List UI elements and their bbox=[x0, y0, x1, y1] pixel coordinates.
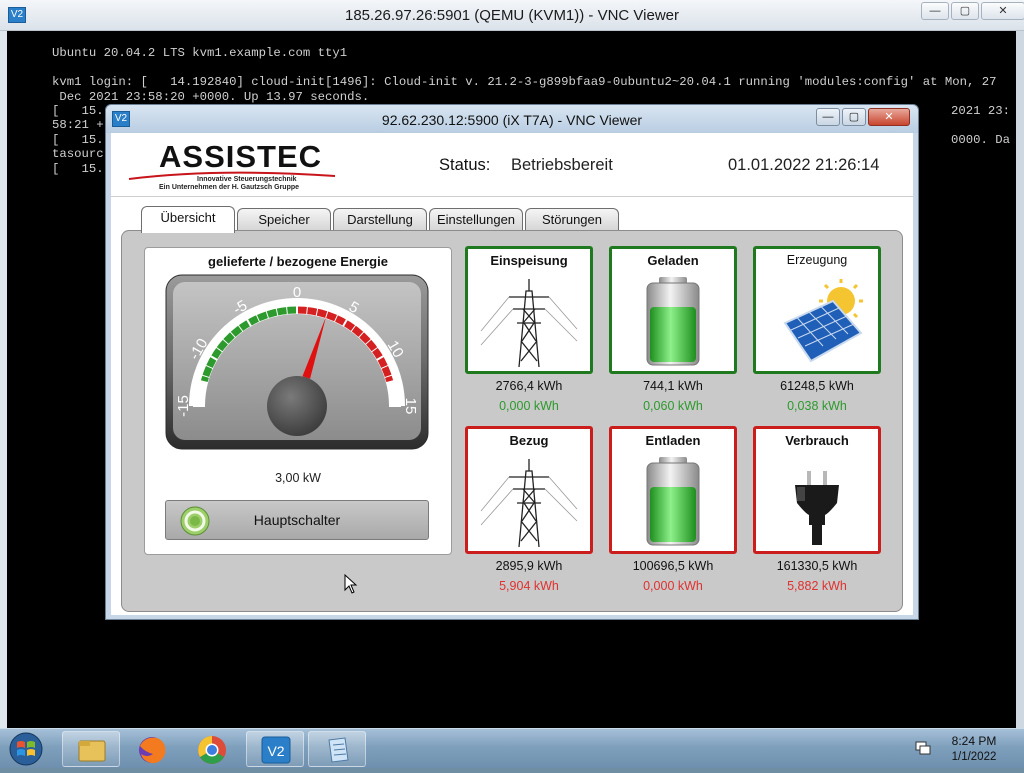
tile-delta-value: 0,060 kWh bbox=[643, 399, 703, 413]
inner-title-bar[interactable]: V2 92.62.230.12:5900 (iX T7A) - VNC View… bbox=[106, 105, 918, 133]
terminal-line-fragment: 0000. Da bbox=[951, 133, 1011, 147]
solar-panel-icon bbox=[783, 279, 863, 363]
taskbar-notepad[interactable] bbox=[308, 731, 366, 767]
overview-panel: gelieferte / bezogene Energie -15 -10 -5… bbox=[121, 230, 903, 612]
taskbar: V2 8:24 PM 1/1/2022 bbox=[0, 728, 1024, 768]
gauge-tick-label: 15 bbox=[402, 398, 419, 415]
app-header: ASSISTEC Innovative Steuerungstechnik Ei… bbox=[111, 133, 913, 197]
tab-uebersicht[interactable]: Übersicht bbox=[141, 206, 235, 233]
gauge-tick-label: -15 bbox=[175, 395, 192, 417]
tile-einspeisung[interactable]: Einspeisung bbox=[465, 246, 593, 374]
tab-bar: Übersicht Speicher Darstellung Einstellu… bbox=[111, 197, 913, 233]
terminal-line: 58:21 + bbox=[52, 118, 104, 132]
outer-close-button[interactable]: ✕ bbox=[981, 2, 1024, 20]
terminal-line: Ubuntu 20.04.2 LTS kvm1.example.com tty1 bbox=[52, 46, 348, 60]
tile-title: Entladen bbox=[645, 433, 701, 448]
tile-total-value: 100696,5 kWh bbox=[632, 559, 714, 573]
inner-minimize-button[interactable]: — bbox=[816, 108, 840, 126]
terminal-line: [ 15. bbox=[52, 162, 104, 176]
tile-bezug[interactable]: Bezug bbox=[465, 426, 593, 554]
taskbar-vnc-viewer[interactable]: V2 bbox=[246, 731, 304, 767]
status-label: Status: bbox=[439, 156, 491, 174]
start-button-icon[interactable] bbox=[6, 731, 46, 767]
tile-delta-value: 5,904 kWh bbox=[499, 579, 559, 593]
firefox-icon bbox=[139, 737, 166, 764]
datetime-display: 01.01.2022 21:26:14 bbox=[728, 156, 880, 174]
status-value: Betriebsbereit bbox=[511, 156, 613, 174]
mouse-cursor-icon bbox=[344, 574, 358, 594]
tile-entladen[interactable]: Entladen bbox=[609, 426, 737, 554]
tile-total-value: 161330,5 kWh bbox=[776, 559, 858, 573]
gauge-tick-label: 0 bbox=[293, 284, 301, 301]
clock-date[interactable]: 1/1/2022 bbox=[944, 751, 1004, 763]
tile-delta-value: 0,000 kWh bbox=[643, 579, 703, 593]
power-pylon-icon bbox=[480, 459, 578, 548]
energy-gauge-panel: gelieferte / bezogene Energie -15 -10 -5… bbox=[144, 247, 452, 555]
tile-title: Bezug bbox=[509, 433, 549, 448]
taskbar-firefox[interactable] bbox=[122, 731, 180, 767]
assistec-logo: ASSISTEC Innovative Steuerungstechnik Ei… bbox=[127, 139, 337, 193]
tile-total-value: 744,1 kWh bbox=[643, 379, 703, 393]
terminal-line: kvm1 login: [ 14.192840] cloud-init[1496… bbox=[52, 75, 997, 89]
outer-title-bar[interactable]: V2 185.26.97.26:5901 (QEMU (KVM1)) - VNC… bbox=[0, 0, 1024, 31]
battery-icon bbox=[646, 277, 700, 366]
chrome-icon bbox=[198, 736, 226, 764]
tile-total-value: 61248,5 kWh bbox=[780, 379, 854, 393]
outer-maximize-button[interactable]: ▢ bbox=[951, 2, 979, 20]
power-plug-icon bbox=[795, 471, 839, 545]
main-switch-button[interactable]: Hauptschalter bbox=[165, 500, 429, 540]
svg-text:V2: V2 bbox=[267, 743, 284, 759]
tab-stoerungen[interactable]: Störungen bbox=[525, 208, 619, 232]
clock-time[interactable]: 8:24 PM bbox=[944, 734, 1004, 748]
gauge-title: gelieferte / bezogene Energie bbox=[208, 254, 388, 269]
outer-minimize-button[interactable]: — bbox=[921, 2, 949, 20]
outer-window-frame bbox=[1016, 31, 1024, 728]
tab-darstellung[interactable]: Darstellung bbox=[333, 208, 427, 232]
tile-delta-value: 0,000 kWh bbox=[499, 399, 559, 413]
notepad-icon bbox=[328, 737, 349, 763]
terminal-line: Dec 2021 23:58:20 +0000. Up 13.97 second… bbox=[52, 90, 370, 104]
tile-erzeugung[interactable]: Erzeugung bbox=[753, 246, 881, 374]
terminal-line-fragment: 2021 23: bbox=[951, 104, 1011, 118]
inner-maximize-button[interactable]: ▢ bbox=[842, 108, 866, 126]
vnc-viewer-icon: V2 bbox=[261, 736, 291, 764]
tab-speicher[interactable]: Speicher bbox=[237, 208, 331, 232]
logo-subtitle: Ein Unternehmen der H. Gautzsch Gruppe bbox=[159, 184, 300, 191]
terminal-line: [ 15. bbox=[52, 133, 104, 147]
network-tray-icon[interactable] bbox=[914, 740, 932, 756]
outer-window-title: 185.26.97.26:5901 (QEMU (KVM1)) - VNC Vi… bbox=[344, 7, 680, 24]
tile-verbrauch[interactable]: Verbrauch bbox=[753, 426, 881, 554]
tile-delta-value: 0,038 kWh bbox=[787, 399, 847, 413]
inner-close-button[interactable]: ✕ bbox=[868, 108, 910, 126]
terminal-line: tasourc bbox=[52, 147, 104, 161]
power-pylon-icon bbox=[480, 279, 578, 368]
tile-total-value: 2766,4 kWh bbox=[495, 379, 563, 393]
tile-geladen[interactable]: Geladen bbox=[609, 246, 737, 374]
power-reading: 3,00 kW bbox=[275, 471, 321, 485]
hmi-app: ASSISTEC Innovative Steuerungstechnik Ei… bbox=[111, 133, 913, 615]
energy-gauge: -15-10-5051015 bbox=[165, 274, 429, 450]
inner-vnc-window: V2 92.62.230.12:5900 (iX T7A) - VNC View… bbox=[105, 104, 919, 620]
tile-title: Verbrauch bbox=[785, 433, 849, 448]
inner-window-title: 92.62.230.12:5900 (iX T7A) - VNC Viewer bbox=[381, 112, 643, 128]
tile-title: Geladen bbox=[647, 253, 699, 268]
tile-total-value: 2895,9 kWh bbox=[495, 559, 563, 573]
taskbar-file-explorer[interactable] bbox=[62, 731, 120, 767]
taskbar-chrome[interactable] bbox=[182, 731, 240, 767]
tile-delta-value: 5,882 kWh bbox=[787, 579, 847, 593]
folder-icon bbox=[78, 740, 106, 762]
tab-einstellungen[interactable]: Einstellungen bbox=[429, 208, 523, 232]
main-switch-label: Hauptschalter bbox=[253, 512, 341, 528]
tile-title: Erzeugung bbox=[786, 253, 848, 267]
battery-icon bbox=[646, 457, 700, 546]
gauge-hub bbox=[267, 376, 327, 436]
tile-title: Einspeisung bbox=[490, 253, 568, 268]
terminal-line: [ 15. bbox=[52, 104, 104, 118]
logo-tagline: Innovative Steuerungstechnik bbox=[197, 176, 297, 183]
